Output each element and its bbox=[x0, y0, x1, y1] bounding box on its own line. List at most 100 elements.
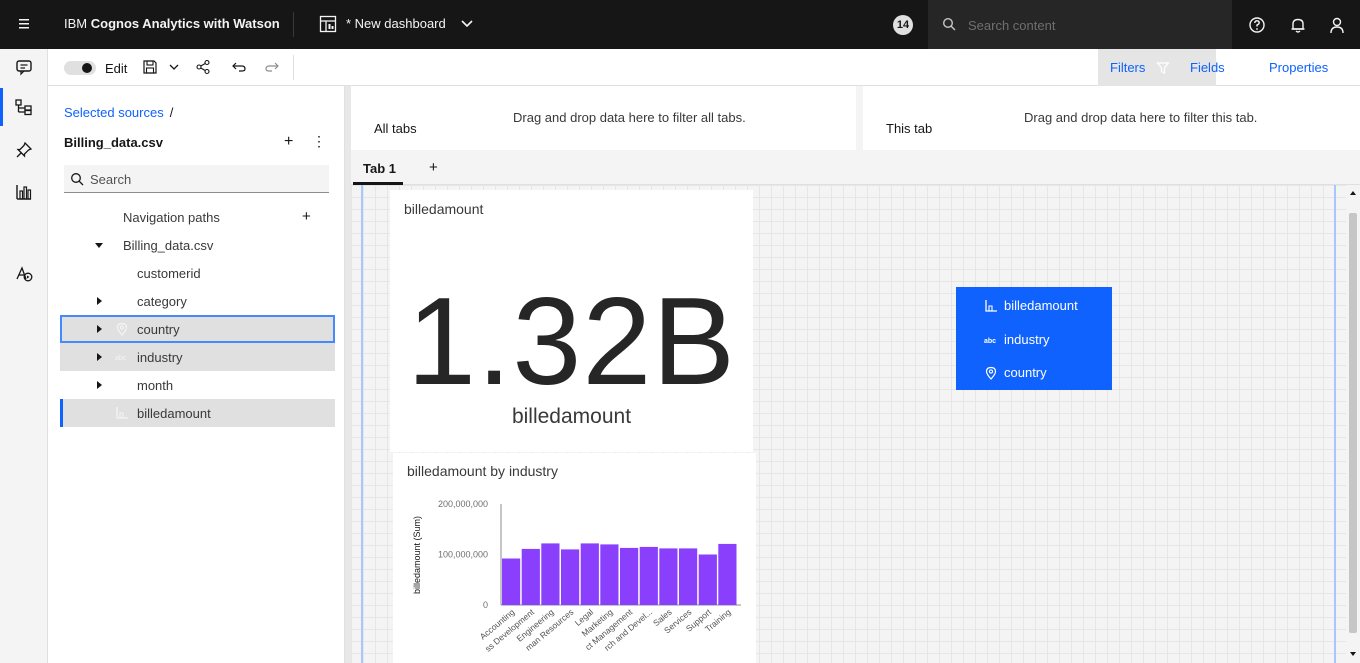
help-icon[interactable] bbox=[1247, 15, 1267, 35]
bar bbox=[541, 543, 560, 605]
top-header-bar: IBM Cognos Analytics with Watson * New d… bbox=[0, 0, 1360, 49]
tree-item-label: Billing_data.csv bbox=[123, 238, 214, 253]
tree-item-category[interactable]: category bbox=[60, 287, 335, 315]
visualizations-icon[interactable] bbox=[14, 182, 34, 202]
location-icon bbox=[116, 322, 128, 336]
add-tab-button[interactable]: + bbox=[429, 159, 438, 176]
caret-down-icon[interactable] bbox=[95, 243, 103, 248]
chevron-down-icon[interactable] bbox=[166, 59, 182, 75]
y-tick-label: 100,000,000 bbox=[438, 550, 488, 560]
tree-item-label: category bbox=[137, 294, 187, 309]
add-source-button[interactable]: + bbox=[284, 133, 293, 151]
kpi-widget[interactable]: billedamount 1.32B billedamount bbox=[390, 190, 753, 452]
bar bbox=[659, 548, 678, 605]
search-icon bbox=[71, 173, 84, 186]
tree-item-label: country bbox=[137, 322, 180, 337]
user-icon[interactable] bbox=[1327, 15, 1347, 35]
tree-item-label: industry bbox=[137, 350, 183, 365]
y-tick-label: 0 bbox=[483, 600, 488, 610]
filter-drop-zone: All tabs Drag and drop data here to filt… bbox=[351, 86, 1360, 150]
filter-icon bbox=[1156, 62, 1170, 74]
tree-item-label: Navigation paths bbox=[123, 210, 220, 225]
dashboard-icon bbox=[319, 15, 337, 33]
add-navigation-path-button[interactable]: + bbox=[302, 208, 311, 225]
bar bbox=[561, 549, 580, 605]
measure-icon bbox=[985, 300, 997, 312]
search-icon bbox=[942, 17, 956, 31]
kpi-label: billedamount bbox=[511, 405, 632, 428]
bar bbox=[718, 543, 737, 605]
caret-right-icon[interactable] bbox=[97, 297, 102, 305]
tree-item-label: month bbox=[137, 378, 174, 393]
measure-icon bbox=[116, 407, 128, 419]
overflow-menu-icon[interactable]: ⋮ bbox=[312, 133, 326, 150]
scroll-up-icon[interactable] bbox=[1350, 191, 1356, 195]
tab-label: Tab 1 bbox=[363, 161, 396, 176]
chevron-down-icon[interactable] bbox=[460, 18, 474, 30]
scroll-down-icon[interactable] bbox=[1350, 652, 1356, 656]
source-title: Billing_data.csv bbox=[64, 135, 163, 150]
bar bbox=[600, 544, 619, 605]
notification-count-badge[interactable]: 14 bbox=[893, 15, 913, 35]
breadcrumb-separator: / bbox=[169, 105, 174, 120]
properties-tab[interactable]: Properties bbox=[1269, 60, 1328, 75]
dashboard-title[interactable]: * New dashboard bbox=[346, 16, 446, 31]
svg-text:abc: abc bbox=[984, 338, 996, 345]
bar bbox=[521, 548, 540, 605]
active-indicator bbox=[0, 88, 3, 126]
tree-item-navigation-paths[interactable]: Navigation paths bbox=[60, 203, 335, 231]
caret-right-icon[interactable] bbox=[97, 325, 102, 333]
comment-icon[interactable] bbox=[14, 57, 34, 77]
scroll-thumb[interactable] bbox=[1349, 213, 1357, 633]
abc-icon: abc bbox=[115, 355, 127, 362]
all-tabs-filter-zone[interactable]: All tabs Drag and drop data here to filt… bbox=[351, 86, 856, 150]
tab-1[interactable]: Tab 1 bbox=[353, 150, 403, 185]
tree-item-billing-data[interactable]: Billing_data.csv bbox=[60, 231, 335, 259]
edit-label: Edit bbox=[105, 61, 128, 76]
save-icon[interactable] bbox=[142, 59, 158, 75]
this-tab-hint: Drag and drop data here to filter this t… bbox=[1024, 110, 1258, 125]
data-sources-icon[interactable] bbox=[14, 97, 34, 117]
this-tab-filter-zone[interactable]: This tab Drag and drop data here to filt… bbox=[863, 86, 1360, 150]
field-drag-preview[interactable]: billedamount abc industry country bbox=[956, 287, 1112, 390]
edit-mode-toggle[interactable] bbox=[64, 61, 96, 75]
left-icon-rail bbox=[0, 49, 48, 663]
product-name[interactable]: IBM Cognos Analytics with Watson bbox=[64, 16, 280, 31]
assistant-icon[interactable] bbox=[14, 264, 34, 284]
bar bbox=[502, 558, 521, 605]
notification-bell-icon[interactable] bbox=[1288, 15, 1308, 35]
svg-text:abc: abc bbox=[115, 355, 127, 362]
drag-item-label: country bbox=[1004, 365, 1047, 380]
breadcrumb-link[interactable]: Selected sources bbox=[64, 105, 164, 120]
drag-item-label: billedamount bbox=[1004, 298, 1078, 313]
caret-right-icon[interactable] bbox=[97, 381, 102, 389]
bar bbox=[620, 547, 639, 605]
redo-icon[interactable] bbox=[264, 59, 280, 75]
y-axis-title: billedamount (Sum) bbox=[412, 516, 422, 594]
tree-item-country[interactable]: country bbox=[60, 315, 335, 343]
menu-icon[interactable] bbox=[14, 14, 34, 34]
tree-item-month[interactable]: month bbox=[60, 371, 335, 399]
source-search-input[interactable] bbox=[90, 169, 320, 189]
tree-item-label: customerid bbox=[137, 266, 201, 281]
breadcrumb: Selected sources / bbox=[64, 105, 173, 120]
dashboard-toolbar: Edit Filters Fields Properties bbox=[48, 49, 1360, 86]
tree-item-billedamount[interactable]: billedamount bbox=[60, 399, 335, 427]
source-search-box bbox=[64, 165, 329, 193]
y-tick-label: 200,000,000 bbox=[438, 499, 488, 509]
pin-icon[interactable] bbox=[14, 140, 34, 160]
tree-item-customerid[interactable]: customerid bbox=[60, 259, 335, 287]
selection-indicator bbox=[60, 399, 63, 427]
undo-icon[interactable] bbox=[231, 59, 247, 75]
share-icon[interactable] bbox=[195, 59, 211, 75]
all-tabs-label: All tabs bbox=[374, 121, 417, 136]
fields-tab[interactable]: Fields bbox=[1190, 60, 1225, 75]
bar bbox=[679, 548, 698, 605]
canvas-scrollbar[interactable] bbox=[1346, 185, 1360, 663]
tree-item-industry[interactable]: abc industry bbox=[60, 343, 335, 371]
bar-chart-widget[interactable]: billedamount by industry 200,000,000 100,… bbox=[393, 453, 756, 663]
caret-right-icon[interactable] bbox=[97, 353, 102, 361]
tree-item-label: billedamount bbox=[137, 406, 211, 421]
search-input[interactable] bbox=[968, 14, 1218, 36]
abc-icon: abc bbox=[984, 338, 996, 345]
